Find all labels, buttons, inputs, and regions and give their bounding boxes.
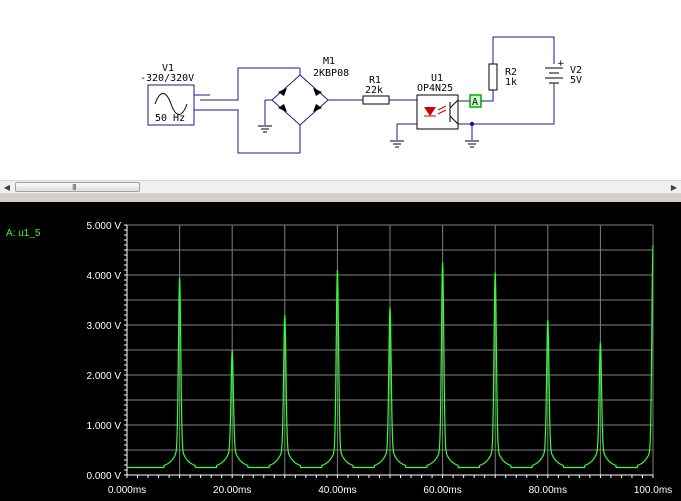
bridge-rectifier-m1[interactable]: [258, 68, 363, 153]
x-tick-label: 40.00ms: [318, 485, 356, 496]
grapher-view[interactable]: A: u1_5 0.000 V 1.000 V 2.000 V 3.000 V 4.00…: [0, 202, 681, 501]
probe-a[interactable]: A: [469, 94, 482, 108]
y-tick-label: 2.000 V: [87, 371, 122, 382]
scroll-right-arrow-icon[interactable]: ▶: [667, 181, 681, 193]
scroll-left-arrow-icon[interactable]: ◀: [0, 181, 14, 193]
grid-layer: [126, 224, 654, 476]
y-tick-label: 4.000 V: [87, 271, 122, 282]
y-tick-label: 3.000 V: [87, 321, 122, 332]
resistor-r1[interactable]: [362, 95, 417, 105]
pane-divider[interactable]: [0, 194, 681, 202]
scrollbar-thumb[interactable]: III: [15, 182, 140, 192]
x-tick-label: 20.00ms: [213, 485, 251, 496]
probe-label: A: [472, 97, 478, 108]
x-tick-label: 80.00ms: [529, 485, 567, 496]
plus-icon: +: [557, 59, 565, 69]
oscilloscope-plot: A: u1_5 0.000 V 1.000 V 2.000 V 3.000 V 4.00…: [6, 221, 673, 496]
optocoupler-u1[interactable]: [390, 94, 459, 148]
sine-wave-icon: [154, 93, 188, 115]
u1-part-label: OP4N25: [417, 83, 453, 94]
horizontal-scrollbar[interactable]: ◀ III ▶: [0, 180, 681, 194]
y-tick-label: 0.000 V: [87, 471, 122, 482]
r2-value-label: 1k: [505, 77, 517, 88]
y-tick-label: 1.000 V: [87, 421, 122, 432]
v2-value-label: 5V: [570, 75, 582, 86]
schematic-canvas[interactable]: V1 -320/320V 50 Hz M1 2KBP08 R1 22k U1 O…: [0, 0, 681, 180]
trace-label: A: u1_5: [6, 228, 41, 239]
r1-value-label: 22k: [365, 85, 383, 96]
axis-layer: 0.000 V 1.000 V 2.000 V 3.000 V 4.000 V 5.000…: [87, 221, 673, 496]
v1-value-label: -320/320V: [140, 73, 194, 84]
y-tick-label: 5.000 V: [87, 221, 122, 232]
schematic-drawing: V1 -320/320V 50 Hz M1 2KBP08 R1 22k U1 O…: [140, 36, 582, 154]
m1-ref-label: M1: [323, 56, 335, 67]
battery-v2[interactable]: +: [545, 59, 565, 84]
x-tick-label: 60.00ms: [423, 485, 461, 496]
resistor-r2[interactable]: [488, 63, 498, 91]
x-tick-label: 100.0ms: [634, 485, 672, 496]
m1-part-label: 2KBP08: [313, 68, 349, 79]
x-tick-label: 0.000ms: [108, 485, 146, 496]
v1-freq-label: 50 Hz: [155, 113, 185, 124]
scrollbar-grip: III: [72, 183, 77, 192]
